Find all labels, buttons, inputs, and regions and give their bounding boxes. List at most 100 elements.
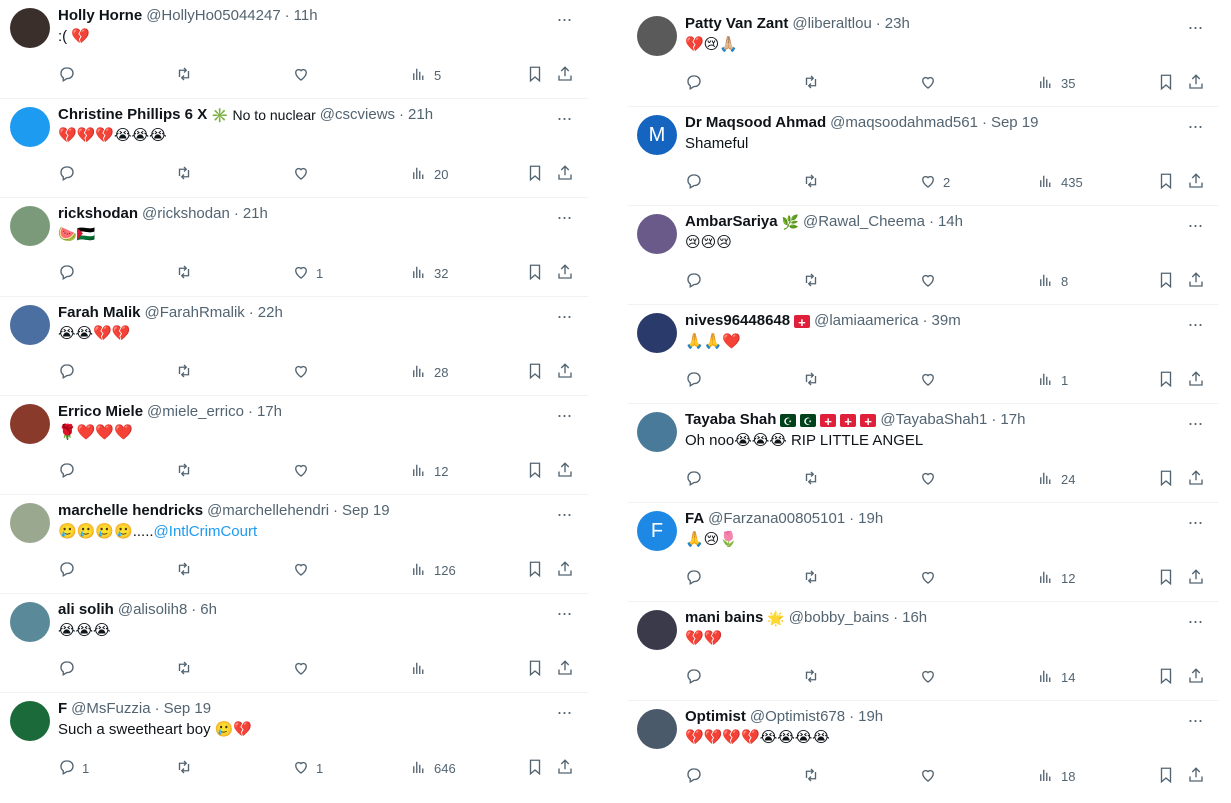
reply-tweet[interactable]: rickshodan @rickshodan · 21h 🍉🇵🇸 ··· 1 32 (0, 198, 588, 297)
bookmark-button[interactable] (526, 362, 544, 383)
timestamp[interactable]: 19h (858, 707, 883, 727)
user-handle[interactable]: @rickshodan (142, 204, 230, 224)
retweet-button[interactable] (802, 370, 820, 391)
avatar[interactable] (10, 305, 50, 345)
like-button[interactable] (919, 370, 943, 391)
more-options-icon[interactable]: ··· (554, 406, 574, 424)
bookmark-button[interactable] (526, 164, 544, 185)
views-button[interactable]: 18 (1037, 766, 1075, 787)
reply-button[interactable]: 1 (58, 758, 89, 779)
timestamp[interactable]: 17h (257, 402, 282, 422)
like-button[interactable] (919, 271, 943, 292)
share-button[interactable] (556, 461, 574, 482)
more-options-icon[interactable]: ··· (554, 604, 574, 622)
share-button[interactable] (556, 65, 574, 86)
share-button[interactable] (556, 164, 574, 185)
bookmark-button[interactable] (1157, 766, 1175, 787)
reply-button[interactable] (685, 667, 709, 688)
reply-button[interactable] (685, 469, 709, 490)
timestamp[interactable]: 16h (902, 608, 927, 628)
user-handle[interactable]: @cscviews (320, 105, 395, 125)
avatar[interactable] (10, 206, 50, 246)
reply-button[interactable] (58, 659, 82, 680)
share-button[interactable] (556, 560, 574, 581)
retweet-button[interactable] (802, 766, 820, 787)
like-button[interactable] (919, 469, 943, 490)
user-handle[interactable]: @FarahRmalik (145, 303, 245, 323)
reply-tweet[interactable]: nives96448648 @lamiaamerica·39m 🙏🙏❤️ ··· 1 (628, 305, 1219, 404)
retweet-button[interactable] (802, 568, 820, 589)
user-handle[interactable]: @miele_errico (147, 402, 244, 422)
retweet-button[interactable] (802, 667, 820, 688)
avatar[interactable] (10, 107, 50, 147)
reply-button[interactable] (685, 370, 709, 391)
timestamp[interactable]: Sep 19 (991, 113, 1039, 133)
like-button[interactable] (919, 667, 943, 688)
like-button[interactable] (919, 568, 943, 589)
timestamp[interactable]: 19h (858, 509, 883, 529)
user-handle[interactable]: @MsFuzzia (71, 699, 150, 719)
views-button[interactable]: 24 (1037, 469, 1075, 490)
retweet-button[interactable] (802, 469, 820, 490)
views-button[interactable]: 126 (410, 560, 456, 581)
reply-button[interactable] (685, 271, 709, 292)
like-button[interactable] (919, 73, 943, 94)
reply-button[interactable] (58, 362, 82, 383)
user-handle[interactable]: @lamiaamerica (814, 311, 918, 331)
share-button[interactable] (556, 362, 574, 383)
reply-button[interactable] (58, 263, 82, 284)
more-options-icon[interactable]: ··· (1185, 711, 1205, 729)
display-name[interactable]: Patty Van Zant (685, 14, 788, 34)
reply-button[interactable] (685, 568, 709, 589)
retweet-button[interactable] (175, 362, 193, 383)
display-name[interactable]: nives96448648 (685, 311, 790, 331)
timestamp[interactable]: 17h (1000, 410, 1025, 430)
reply-tweet[interactable]: Patty Van Zant @liberaltlou · 23h 💔😢🙏🏼 ··· 35 (628, 8, 1219, 107)
retweet-button[interactable] (175, 461, 193, 482)
more-options-icon[interactable]: ··· (554, 10, 574, 28)
more-options-icon[interactable]: ··· (1185, 315, 1205, 333)
bookmark-button[interactable] (1157, 469, 1175, 490)
reply-button[interactable] (685, 73, 709, 94)
share-button[interactable] (1187, 568, 1205, 589)
more-options-icon[interactable]: ··· (1185, 117, 1205, 135)
bookmark-button[interactable] (1157, 370, 1175, 391)
more-options-icon[interactable]: ··· (1185, 513, 1205, 531)
views-button[interactable]: 646 (410, 758, 456, 779)
views-button[interactable] (410, 659, 434, 680)
bookmark-button[interactable] (526, 263, 544, 284)
timestamp[interactable]: 11h (294, 6, 318, 26)
reply-tweet[interactable]: M Dr Maqsood Ahmad @maqsoodahmad561 · Sep 19… (628, 107, 1219, 206)
views-button[interactable]: 12 (1037, 568, 1075, 589)
avatar[interactable] (637, 313, 677, 353)
display-name[interactable]: rickshodan (58, 204, 138, 224)
share-button[interactable] (556, 263, 574, 284)
more-options-icon[interactable]: ··· (554, 208, 574, 226)
avatar[interactable] (637, 709, 677, 749)
user-handle[interactable]: @Farzana00805101 (708, 509, 845, 529)
more-options-icon[interactable]: ··· (554, 505, 574, 523)
avatar[interactable] (637, 412, 677, 452)
user-handle[interactable]: @TayabaShah1 (880, 410, 987, 430)
views-button[interactable]: 5 (410, 65, 441, 86)
reply-tweet[interactable]: mani bains 🌟 @bobby_bains · 16h 💔💔 ··· 14 (628, 602, 1219, 701)
share-button[interactable] (556, 758, 574, 779)
avatar[interactable] (10, 701, 50, 741)
more-options-icon[interactable]: ··· (1185, 216, 1205, 234)
retweet-button[interactable] (175, 659, 193, 680)
user-handle[interactable]: @maqsoodahmad561 (830, 113, 978, 133)
user-handle[interactable]: @marchellehendri (207, 501, 329, 521)
like-button[interactable]: 1 (292, 758, 323, 779)
like-button[interactable] (292, 659, 316, 680)
mention-link[interactable]: @IntlCrimCourt (154, 523, 258, 540)
share-button[interactable] (1187, 370, 1205, 391)
user-handle[interactable]: @Rawal_Cheema (803, 212, 925, 232)
retweet-button[interactable] (175, 560, 193, 581)
display-name[interactable]: F (58, 699, 67, 719)
user-handle[interactable]: @bobby_bains (789, 608, 889, 628)
like-button[interactable] (292, 362, 316, 383)
more-options-icon[interactable]: ··· (554, 703, 574, 721)
display-name[interactable]: Optimist (685, 707, 746, 727)
avatar[interactable] (10, 503, 50, 543)
retweet-button[interactable] (175, 263, 193, 284)
